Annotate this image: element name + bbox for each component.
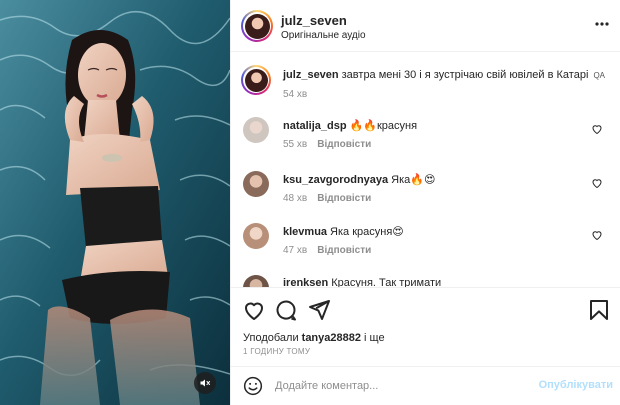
list-item: irenksen Красуня. Так тримати	[241, 275, 611, 287]
heart-icon[interactable]	[591, 177, 603, 189]
heart-icon[interactable]	[242, 298, 266, 322]
comments-list[interactable]: julz_seven завтра мені 30 і я зустрічаю с…	[231, 53, 620, 287]
list-item: natalija_dsp 🔥🔥красуня 55 хв Відповісти	[241, 117, 611, 157]
audio-link[interactable]: Оригінальне аудіо	[281, 30, 366, 41]
post-panel: julz_seven Оригінальне аудіо julz_seven з…	[230, 0, 620, 405]
heart-icon[interactable]	[591, 123, 603, 135]
reply-button[interactable]: Відповісти	[317, 245, 371, 256]
comment-text: 🔥🔥красуня	[349, 120, 418, 132]
smiley-icon[interactable]	[243, 376, 263, 396]
author-username[interactable]: julz_seven	[281, 13, 347, 28]
caption-username[interactable]: julz_seven	[283, 69, 339, 81]
caption: julz_seven завтра мені 30 і я зустрічаю с…	[241, 65, 611, 105]
comment-text: Яка красуня😍	[330, 226, 404, 238]
post-header: julz_seven Оригінальне аудіо	[231, 0, 620, 52]
bookmark-icon[interactable]	[587, 298, 611, 322]
caption-text: завтра мені 30 і я зустрічаю свій ювілей…	[341, 69, 589, 81]
avatar[interactable]	[243, 223, 269, 249]
comment-text: Яка🔥😍	[391, 174, 436, 186]
comment-username[interactable]: klevmua	[283, 226, 327, 238]
mute-button[interactable]	[194, 372, 216, 394]
post-media[interactable]	[0, 0, 230, 405]
comment-bubble-icon[interactable]	[274, 298, 298, 322]
speaker-muted-icon	[200, 379, 210, 387]
post-photo	[0, 0, 230, 405]
comment-text: Красуня. Так тримати	[331, 277, 442, 287]
list-item: ksu_zavgorodnyaya Яка🔥😍 48 хв Відповісти	[241, 171, 611, 211]
comment-time: 47 хв	[283, 245, 308, 256]
likes-summary: Уподобали tanya28882 і ще	[243, 332, 385, 344]
heart-icon[interactable]	[591, 229, 603, 241]
comment-input[interactable]	[275, 377, 525, 395]
reply-button[interactable]: Відповісти	[317, 139, 371, 150]
avatar[interactable]	[243, 171, 269, 197]
flag-qa: QA	[593, 71, 606, 80]
caption-avatar[interactable]	[241, 65, 271, 95]
comment-username[interactable]: natalija_dsp	[283, 120, 347, 132]
list-item: klevmua Яка красуня😍 47 хв Відповісти	[241, 223, 611, 263]
likes-prefix: Уподобали	[243, 332, 299, 344]
add-comment-bar: Опублікувати	[231, 366, 620, 405]
reply-button[interactable]: Відповісти	[317, 193, 371, 204]
caption-time: 54 хв	[283, 89, 308, 100]
likes-suffix[interactable]: і ще	[364, 332, 385, 344]
comment-time: 48 хв	[283, 193, 308, 204]
post-actions	[231, 287, 620, 329]
more-horizontal-icon[interactable]	[595, 20, 609, 28]
comment-username[interactable]: irenksen	[283, 277, 328, 287]
share-paper-plane-icon[interactable]	[307, 298, 331, 322]
avatar[interactable]	[243, 117, 269, 143]
avatar[interactable]	[243, 275, 269, 287]
post-timestamp: 1 ГОДИНУ ТОМУ	[243, 347, 311, 356]
publish-button[interactable]: Опублікувати	[539, 379, 613, 391]
author-avatar[interactable]	[241, 10, 273, 42]
comment-time: 55 хв	[283, 139, 308, 150]
comment-username[interactable]: ksu_zavgorodnyaya	[283, 174, 388, 186]
likes-user[interactable]: tanya28882	[302, 332, 361, 344]
